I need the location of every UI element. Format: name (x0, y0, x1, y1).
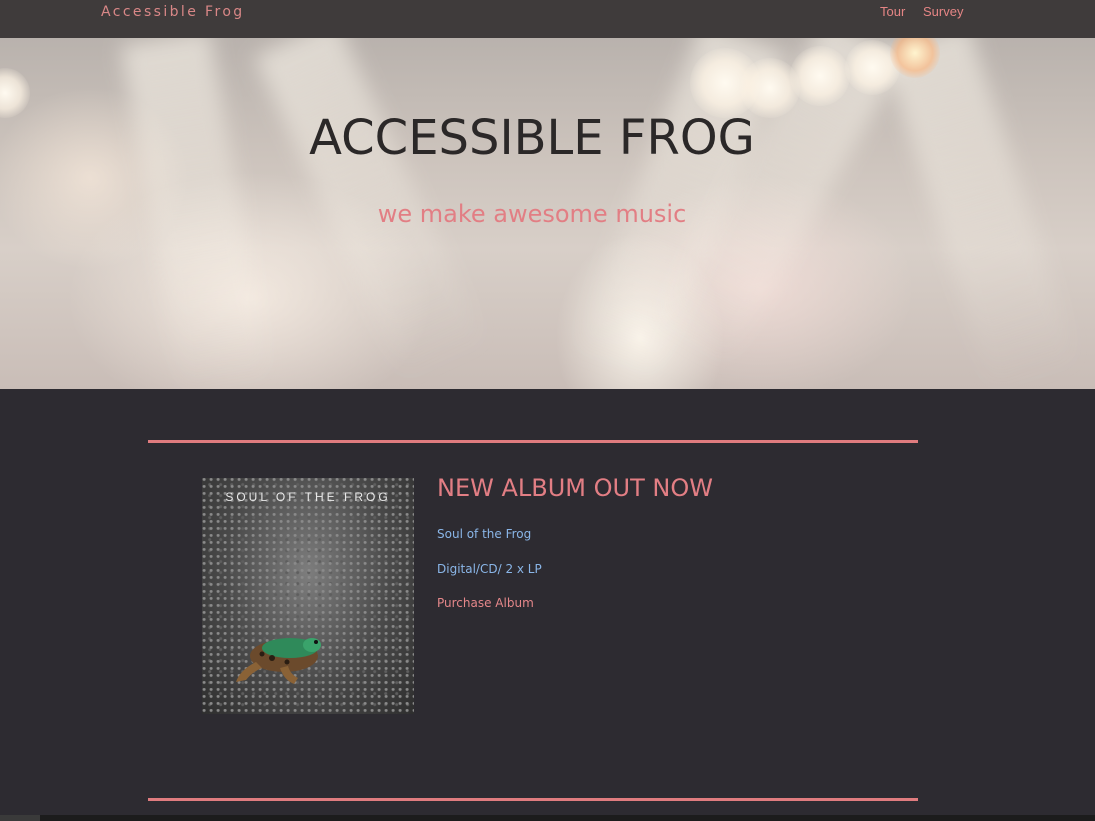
divider-bottom (148, 798, 918, 801)
album-formats-link[interactable]: Digital/CD/ 2 x LP (437, 562, 542, 576)
hero-title: ACCESSIBLE FROG (309, 110, 755, 166)
album-name-link[interactable]: Soul of the Frog (437, 527, 531, 541)
divider-top (148, 440, 918, 443)
album-cover-caption: SOUL OF THE FROG (225, 490, 391, 504)
frog-icon (236, 638, 321, 684)
nav-link-survey[interactable]: Survey (923, 4, 963, 19)
album-heading: NEW ALBUM OUT NOW (437, 474, 713, 502)
album-cover-image: SOUL OF THE FROG (202, 478, 414, 714)
footer-strip (0, 815, 1095, 821)
hero-subtitle: we make awesome music (377, 200, 687, 228)
hero-banner: ACCESSIBLE FROG we make awesome music (0, 38, 1095, 389)
brand-link[interactable]: Accessible Frog (101, 4, 245, 20)
purchase-album-link[interactable]: Purchase Album (437, 596, 534, 610)
nav-link-tour[interactable]: Tour (880, 4, 905, 19)
top-navbar: Accessible Frog Tour Survey (0, 0, 1095, 38)
stage-light (790, 46, 850, 106)
